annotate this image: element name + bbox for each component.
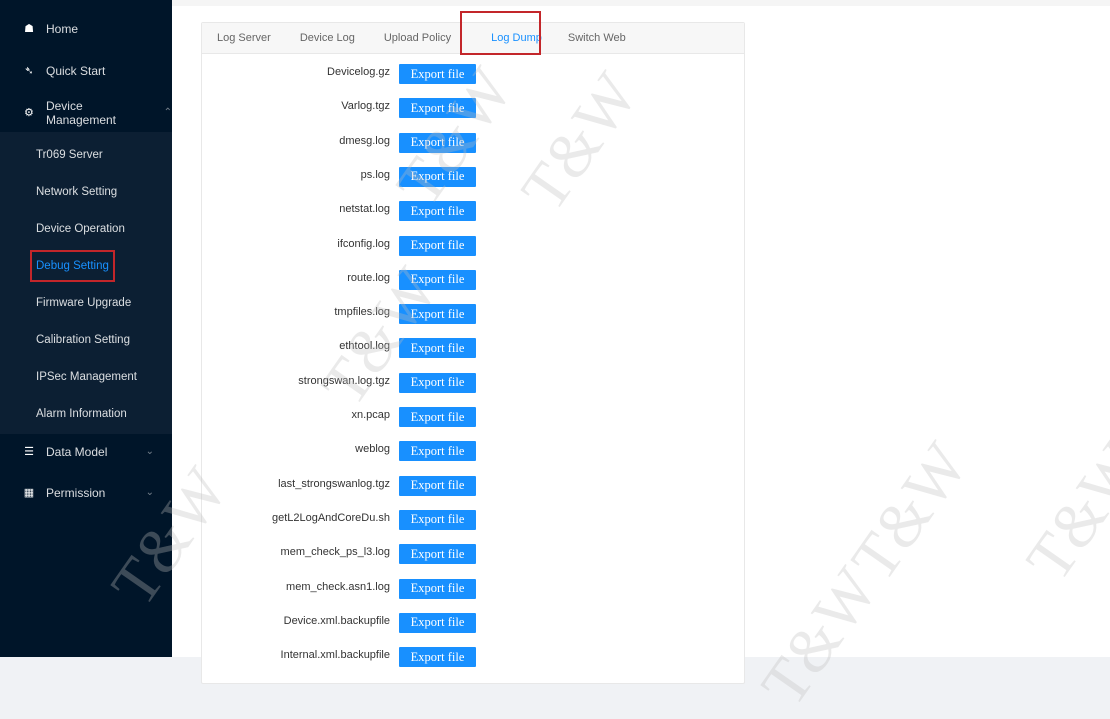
tab-switch-web[interactable]: Switch Web: [568, 32, 626, 44]
export-file-button[interactable]: Export file: [399, 235, 476, 256]
export-file-button[interactable]: Export file: [399, 64, 476, 84]
nav-data-model-label: Data Model: [46, 444, 108, 459]
sidebar-item-label: Network Setting: [36, 185, 118, 198]
nav-data-model[interactable]: ☰ Data Model ⌄: [0, 433, 172, 470]
file-row: strongswan.log.tgz Export file: [201, 372, 743, 393]
file-row: ethtool.log Export file: [201, 338, 743, 359]
file-row: netstat.log Export file: [201, 201, 743, 222]
nav-device-management-label: Device Management: [45, 98, 116, 127]
export-file-button[interactable]: Export file: [399, 132, 476, 153]
export-file-button[interactable]: Export file: [399, 269, 476, 290]
tab-log-dump[interactable]: Log Dump: [491, 32, 542, 44]
file-name-label: weblog: [355, 443, 390, 456]
nav-device-management[interactable]: ⚙ Device Management ⌃: [0, 94, 172, 131]
export-file-button[interactable]: Export file: [399, 201, 476, 222]
file-row: mem_check.asn1.log Export file: [201, 578, 743, 599]
file-row: mem_check_ps_l3.log Export file: [201, 544, 743, 565]
nav-quick-start[interactable]: ➴ Quick Start: [0, 52, 172, 89]
sidebar-item-device-operation[interactable]: Device Operation: [0, 210, 172, 247]
file-row: ps.log Export file: [201, 166, 743, 187]
file-row: weblog Export file: [201, 441, 743, 462]
nav-home[interactable]: ☗ Home: [0, 10, 172, 47]
file-name-label: netstat.log: [339, 203, 390, 216]
file-row: xn.pcap Export file: [201, 407, 743, 427]
file-row: dmesg.log Export file: [201, 132, 743, 153]
file-name-label: ps.log: [360, 168, 390, 181]
file-name-label: last_strongswanlog.tgz: [278, 477, 390, 490]
sidebar-item-label: Alarm Information: [36, 407, 127, 420]
file-name-label: Internal.xml.backupfile: [280, 649, 390, 662]
send-icon: ➴: [24, 65, 34, 77]
file-row: ifconfig.log Export file: [201, 235, 743, 256]
export-file-button[interactable]: Export file: [399, 338, 476, 359]
file-name-label: getL2LogAndCoreDu.sh: [271, 511, 390, 524]
file-row: Internal.xml.backupfile Export file: [201, 647, 743, 668]
file-name-label: ifconfig.log: [337, 237, 390, 250]
database-icon: ☰: [24, 446, 34, 458]
sidebar-item-label: Tr069 Server: [36, 148, 103, 161]
file-name-label: ethtool.log: [339, 340, 390, 353]
file-row: getL2LogAndCoreDu.sh Export file: [201, 509, 743, 530]
nav-quick-start-label: Quick Start: [46, 63, 106, 78]
file-name-label: Device.xml.backupfile: [283, 614, 390, 627]
chevron-down-icon: ⌄: [145, 446, 154, 457]
tab-upload-policy[interactable]: Upload Policy: [384, 32, 451, 44]
export-file-button[interactable]: Export file: [399, 578, 476, 599]
sidebar-item-label: Debug Setting: [30, 249, 115, 282]
tab-device-log[interactable]: Device Log: [300, 32, 355, 44]
file-row: tmpfiles.log Export file: [201, 304, 743, 325]
file-name-label: dmesg.log: [339, 134, 390, 147]
sidebar-item-calibration-setting[interactable]: Calibration Setting: [0, 321, 172, 358]
sidebar-item-label: Calibration Setting: [36, 333, 130, 346]
nav-permission[interactable]: ▦ Permission ⌄: [0, 474, 172, 511]
sidebar: ☗ Home ➴ Quick Start ⚙ Device Management…: [0, 0, 172, 657]
file-row: route.log Export file: [201, 269, 743, 290]
sidebar-item-label: Device Operation: [36, 222, 125, 235]
nav-permission-label: Permission: [46, 485, 106, 500]
export-file-button[interactable]: Export file: [399, 441, 476, 462]
nav-home-label: Home: [46, 21, 79, 36]
export-file-button[interactable]: Export file: [399, 407, 476, 427]
export-file-button[interactable]: Export file: [399, 372, 476, 393]
file-name-label: Devicelog.gz: [327, 66, 390, 78]
tab-log-server[interactable]: Log Server: [217, 32, 271, 44]
home-icon: ☗: [24, 23, 34, 35]
top-bar: [172, 0, 1110, 6]
id-card-icon: ▦: [23, 487, 35, 499]
export-file-button[interactable]: Export file: [399, 304, 476, 325]
file-row: Devicelog.gz Export file: [201, 64, 743, 84]
chevron-down-icon: ⌄: [145, 487, 154, 498]
file-row: Device.xml.backupfile Export file: [201, 612, 743, 633]
export-file-button[interactable]: Export file: [399, 544, 476, 565]
sidebar-item-alarm-information[interactable]: Alarm Information: [0, 395, 172, 432]
tab-bar: Log Server Device Log Upload Policy Log …: [202, 23, 744, 54]
export-file-button[interactable]: Export file: [399, 475, 476, 496]
file-row: last_strongswanlog.tgz Export file: [201, 475, 743, 496]
file-name-label: tmpfiles.log: [334, 306, 390, 319]
sidebar-item-network-setting[interactable]: Network Setting: [0, 173, 172, 210]
file-row: Varlog.tgz Export file: [201, 98, 743, 119]
file-name-label: mem_check.asn1.log: [286, 580, 390, 593]
file-name-label: strongswan.log.tgz: [298, 374, 390, 387]
sidebar-item-label: Firmware Upgrade: [36, 296, 132, 309]
chevron-up-icon: ⌃: [163, 107, 172, 118]
export-file-button[interactable]: Export file: [399, 612, 476, 633]
sidebar-item-label: IPSec Management: [36, 370, 138, 383]
export-file-button[interactable]: Export file: [399, 647, 476, 668]
device-submenu: Tr069 Server Network Setting Device Oper…: [0, 132, 172, 434]
sidebar-item-debug-setting[interactable]: Debug Setting: [0, 247, 172, 284]
file-name-label: Varlog.tgz: [341, 100, 390, 113]
file-name-label: route.log: [347, 271, 390, 284]
export-file-button[interactable]: Export file: [399, 98, 476, 119]
file-name-label: mem_check_ps_l3.log: [280, 546, 390, 559]
sidebar-item-firmware-upgrade[interactable]: Firmware Upgrade: [0, 284, 172, 321]
export-file-button[interactable]: Export file: [399, 509, 476, 530]
gear-icon: ⚙: [24, 107, 34, 119]
file-name-label: xn.pcap: [351, 409, 390, 421]
sidebar-item-tr069-server[interactable]: Tr069 Server: [0, 136, 172, 173]
export-file-button[interactable]: Export file: [399, 166, 476, 187]
sidebar-item-ipsec-management[interactable]: IPSec Management: [0, 358, 172, 395]
